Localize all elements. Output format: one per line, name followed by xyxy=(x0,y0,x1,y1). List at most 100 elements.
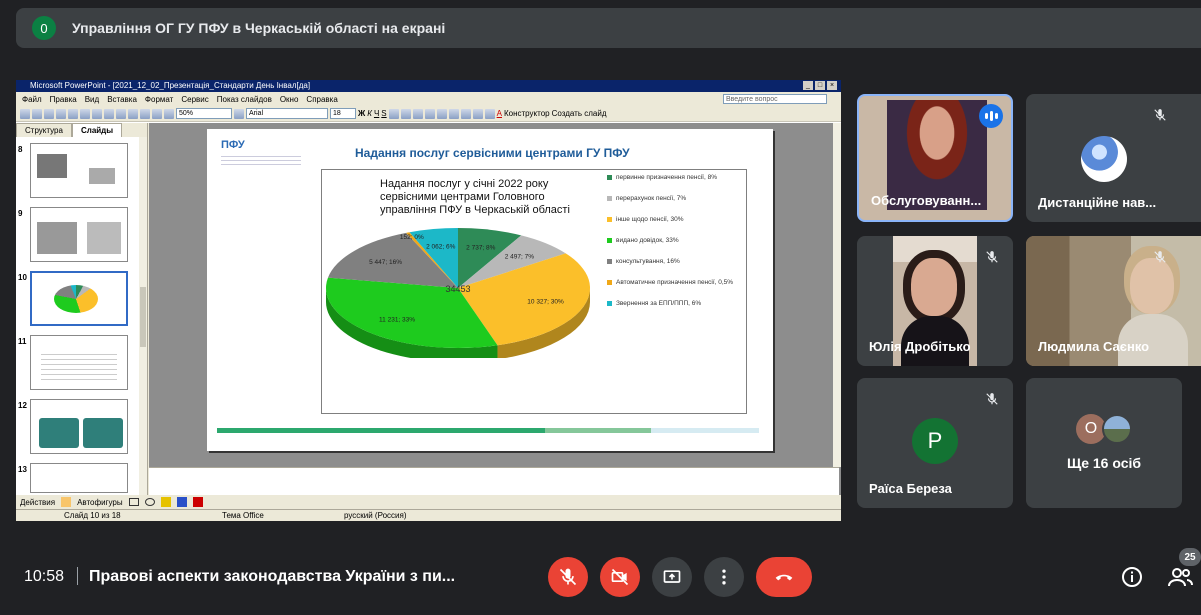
autoshapes-button[interactable]: Автофигуры xyxy=(77,498,123,507)
rectangle-icon[interactable] xyxy=(128,498,139,506)
chart-icon[interactable] xyxy=(152,108,162,119)
participant-tile[interactable]: Юлія Дробітько xyxy=(857,236,1013,366)
legend-entry: консультування, 16% xyxy=(607,258,680,265)
menu-service[interactable]: Сервис xyxy=(181,95,208,104)
underline-icon[interactable]: Ч xyxy=(374,109,379,118)
table-icon[interactable] xyxy=(164,108,174,119)
minimize-icon[interactable]: _ xyxy=(803,81,813,90)
participant-tile[interactable]: Людмила Саєнко xyxy=(1026,236,1201,366)
cut-icon[interactable] xyxy=(92,108,102,119)
legend-label: Звернення за ЕПП/ППП, 6% xyxy=(616,300,702,307)
participant-tile[interactable]: Р Раїса Береза xyxy=(857,378,1013,508)
slide-thumbnail[interactable] xyxy=(30,207,128,262)
maximize-icon[interactable]: □ xyxy=(815,81,825,90)
redo-icon[interactable] xyxy=(140,108,150,119)
italic-icon[interactable]: К xyxy=(367,109,372,118)
slide-number: 12 xyxy=(18,401,27,410)
font-select[interactable]: Arial xyxy=(246,108,328,119)
tab-slides[interactable]: Слайды xyxy=(71,123,123,137)
window-controls: _ □ × xyxy=(803,81,837,90)
people-button[interactable] xyxy=(1166,565,1194,589)
bullets-icon[interactable] xyxy=(436,108,447,119)
increase-font-icon[interactable] xyxy=(448,108,459,119)
help-icon[interactable] xyxy=(234,108,244,119)
shadow-icon[interactable]: S xyxy=(381,109,386,118)
divider xyxy=(77,567,78,585)
participant-tile[interactable]: Дистанційне нав... xyxy=(1026,94,1201,222)
arrow-select-icon[interactable] xyxy=(61,497,72,507)
paste-icon[interactable] xyxy=(116,108,126,119)
menu-insert[interactable]: Вставка xyxy=(107,95,137,104)
pie-slice-label: 2 737; 8% xyxy=(466,244,495,251)
notes-area[interactable] xyxy=(149,467,839,495)
outdent-icon[interactable] xyxy=(484,108,495,119)
ppt-toolbar: 50% Arial 18 Ж К Ч S A Конструктор Созда… xyxy=(16,106,841,122)
slide-thumbnail[interactable] xyxy=(30,463,128,493)
more-options-button[interactable] xyxy=(704,557,744,597)
preview-icon[interactable] xyxy=(68,108,78,119)
text-color-icon[interactable] xyxy=(192,497,203,507)
new-slide-button[interactable]: Создать слайд xyxy=(552,109,607,118)
ppt-title-bar: Microsoft PowerPoint - [2021_12_02_Презе… xyxy=(16,80,841,92)
align-left-icon[interactable] xyxy=(388,108,399,119)
spell-icon[interactable] xyxy=(80,108,90,119)
slide-thumbnail[interactable] xyxy=(30,399,128,454)
close-icon[interactable]: × xyxy=(827,81,837,90)
leave-call-button[interactable] xyxy=(756,557,812,597)
editor-scrollbar[interactable] xyxy=(833,123,841,467)
menu-help[interactable]: Справка xyxy=(306,95,337,104)
fill-color-icon[interactable] xyxy=(160,497,171,507)
mic-off-icon xyxy=(559,568,577,586)
menu-format[interactable]: Формат xyxy=(145,95,173,104)
more-participants-tile[interactable]: О Ще 16 осіб xyxy=(1026,378,1182,508)
designer-button[interactable]: Конструктор xyxy=(504,109,550,118)
font-color-icon[interactable]: A xyxy=(497,109,502,118)
toggle-camera-button[interactable] xyxy=(600,557,640,597)
people-icon xyxy=(1168,568,1193,587)
tab-outline[interactable]: Структура xyxy=(16,123,72,137)
undo-icon[interactable] xyxy=(128,108,138,119)
toggle-mic-button[interactable] xyxy=(548,557,588,597)
menu-window[interactable]: Окно xyxy=(280,95,299,104)
slides-pane-scrollbar[interactable] xyxy=(139,137,147,495)
numbering-icon[interactable] xyxy=(424,108,435,119)
align-right-icon[interactable] xyxy=(412,108,423,119)
menu-slideshow[interactable]: Показ слайдов xyxy=(217,95,272,104)
line-color-icon[interactable] xyxy=(176,497,187,507)
meeting-control-bar: 10:58 Правові аспекти законодавства Укра… xyxy=(0,545,1201,615)
legend-label: перерахунок пенсії, 7% xyxy=(616,195,687,202)
menu-file[interactable]: Файл xyxy=(22,95,42,104)
present-screen-button[interactable] xyxy=(652,557,692,597)
menu-edit[interactable]: Правка xyxy=(50,95,77,104)
indent-icon[interactable] xyxy=(472,108,483,119)
open-icon[interactable] xyxy=(32,108,42,119)
align-center-icon[interactable] xyxy=(400,108,411,119)
participant-avatar xyxy=(1081,136,1127,182)
slides-pane: Структура Слайды 8 9 10 11 12 13 xyxy=(16,123,148,495)
actions-button[interactable]: Действия xyxy=(20,498,55,507)
participant-tile-speaking[interactable]: Обслуговуванн... xyxy=(857,94,1013,222)
logo-caption-lines xyxy=(221,153,301,167)
more-vert-icon xyxy=(722,569,726,585)
new-icon[interactable] xyxy=(20,108,30,119)
save-icon[interactable] xyxy=(44,108,54,119)
font-size-select[interactable]: 18 xyxy=(330,108,356,119)
print-icon[interactable] xyxy=(56,108,66,119)
copy-icon[interactable] xyxy=(104,108,114,119)
slide-canvas[interactable]: ПФУ Надання послуг сервісними центрами Г… xyxy=(207,129,773,451)
bold-icon[interactable]: Ж xyxy=(358,109,365,118)
slide-thumbnail[interactable] xyxy=(30,143,128,198)
participant-count-badge: 25 xyxy=(1179,548,1201,566)
participant-avatar xyxy=(1102,414,1132,444)
slide-thumbnail[interactable] xyxy=(30,335,128,390)
decrease-font-icon[interactable] xyxy=(460,108,471,119)
speaking-indicator-icon xyxy=(979,104,1003,128)
ask-question-input[interactable]: Введите вопрос xyxy=(723,94,827,104)
zoom-select[interactable]: 50% xyxy=(176,108,232,119)
menu-view[interactable]: Вид xyxy=(85,95,99,104)
meeting-details-button[interactable] xyxy=(1120,565,1144,589)
slide-thumbnail-current[interactable] xyxy=(30,271,128,326)
chart-title: Надання послуг у січні 2022 року сервісн… xyxy=(380,178,570,216)
presenter-avatar: 0 xyxy=(32,16,56,40)
oval-icon[interactable] xyxy=(144,498,155,506)
